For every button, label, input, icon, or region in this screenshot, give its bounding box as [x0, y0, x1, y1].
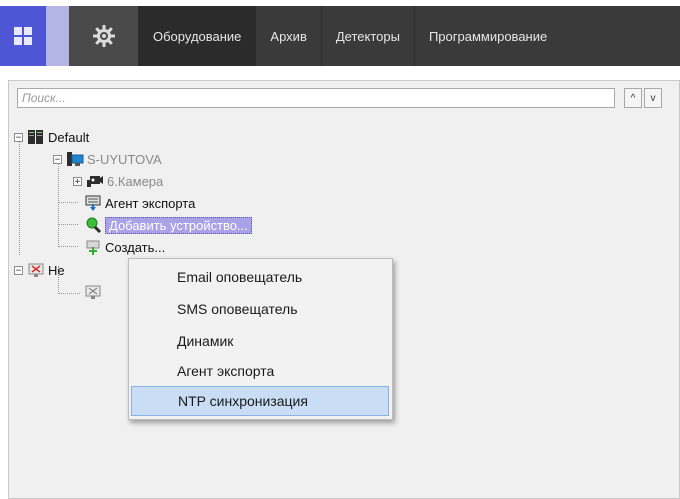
- tree-node-second-server[interactable]: − Не: [14, 261, 65, 279]
- tab-programming[interactable]: Программирование: [413, 6, 562, 66]
- tree-node-disconnected-child[interactable]: [80, 283, 105, 301]
- tree-node-server-label: S-UYUTOVA: [87, 151, 162, 167]
- tree-node-camera-label: 6.Камера: [107, 173, 164, 189]
- tree-node-second-server-label: Не: [48, 262, 65, 278]
- search-down-button[interactable]: v: [644, 88, 662, 108]
- search-device-icon: [86, 217, 102, 233]
- tab-equipment[interactable]: Оборудование: [138, 6, 256, 66]
- create-context-menu: Email оповещатель SMS оповещатель Динами…: [128, 258, 393, 420]
- home-button[interactable]: [0, 6, 46, 66]
- tree-node-add-device-label: Добавить устройство...: [105, 216, 252, 234]
- tree-node-create[interactable]: Создать...: [80, 238, 165, 256]
- expand-toggle[interactable]: +: [73, 176, 82, 186]
- gear-icon: [92, 25, 115, 47]
- tree-node-default-label: Default: [48, 129, 90, 145]
- server-group-icon: [28, 130, 43, 144]
- settings-button[interactable]: [69, 6, 138, 66]
- export-agent-icon: [85, 195, 101, 211]
- tree-node-export-agent-label: Агент экспорта: [105, 195, 196, 211]
- windows-grid-icon: [14, 27, 32, 45]
- disconnected-monitor-icon: [85, 285, 101, 299]
- toolbar-spacer: [46, 6, 69, 66]
- disconnected-server-icon: [28, 263, 44, 277]
- collapse-toggle[interactable]: −: [14, 265, 23, 275]
- top-toolbar: Оборудование Архив Детекторы Программиро…: [0, 6, 680, 66]
- server-icon: [67, 152, 84, 166]
- tree-node-camera[interactable]: + 6.Камера: [73, 172, 163, 190]
- menu-item-export-agent[interactable]: Агент экспорта: [131, 356, 389, 386]
- tab-archive[interactable]: Архив: [255, 6, 321, 66]
- menu-item-speaker[interactable]: Динамик: [131, 326, 389, 356]
- tree-node-server[interactable]: − S-UYUTOVA: [53, 150, 162, 168]
- menu-item-ntp-sync[interactable]: NTP синхронизация: [131, 386, 389, 416]
- search-input[interactable]: Поиск...: [17, 88, 615, 108]
- collapse-toggle[interactable]: −: [53, 154, 62, 164]
- search-up-button[interactable]: ^: [624, 88, 642, 108]
- menu-item-email-notifier[interactable]: Email оповещатель: [131, 262, 389, 292]
- tree-node-export-agent[interactable]: Агент экспорта: [80, 194, 195, 212]
- tree-node-create-label: Создать...: [105, 239, 166, 255]
- camera-icon: [87, 176, 103, 187]
- menu-item-sms-notifier[interactable]: SMS оповещатель: [131, 294, 389, 324]
- tab-detectors[interactable]: Детекторы: [320, 6, 414, 66]
- collapse-toggle[interactable]: −: [14, 132, 23, 142]
- tree-node-default[interactable]: − Default: [14, 128, 89, 146]
- tree-node-add-device[interactable]: Добавить устройство...: [80, 216, 252, 234]
- create-icon: [86, 240, 100, 255]
